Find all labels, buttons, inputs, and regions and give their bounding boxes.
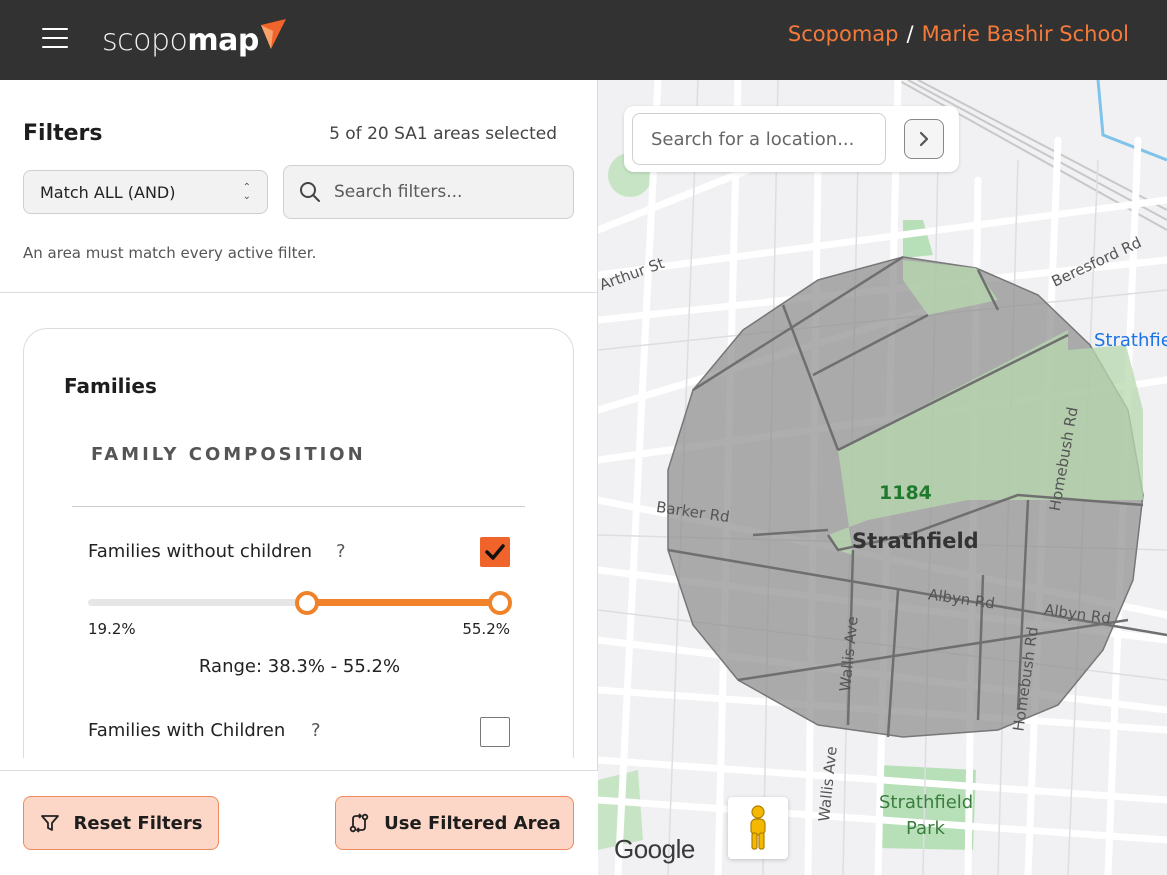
- checkbox-with-children[interactable]: [480, 717, 510, 747]
- street-view-pegman-icon[interactable]: [728, 797, 788, 859]
- range-slider-fill: [306, 599, 500, 606]
- card-title: Families: [64, 374, 157, 398]
- google-attribution: Google: [614, 834, 695, 864]
- area-id-label: 1184: [879, 482, 932, 504]
- reset-filters-button[interactable]: Reset Filters: [23, 796, 219, 850]
- reset-filters-label: Reset Filters: [73, 812, 203, 834]
- location-search-input[interactable]: [651, 128, 871, 150]
- section-heading: FAMILY COMPOSITION: [91, 444, 366, 465]
- place-label: Strathfie: [1094, 330, 1167, 351]
- top-bar: scopomap Scopomap / Marie Bashir School: [0, 0, 1167, 80]
- slider-min-label: 19.2%: [88, 620, 136, 638]
- pegman-icon: [750, 805, 766, 850]
- filters-panel: Filters 5 of 20 SA1 areas selected Match…: [0, 80, 598, 875]
- breadcrumb: Scopomap / Marie Bashir School: [788, 22, 1129, 46]
- location-search-box[interactable]: [632, 113, 886, 165]
- park-area: [903, 220, 933, 258]
- match-mode-value: Match ALL (AND): [40, 182, 176, 202]
- filter-label-with-children: Families with Children: [88, 720, 286, 741]
- checkmark-icon: [485, 544, 505, 560]
- use-filtered-area-label: Use Filtered Area: [384, 812, 561, 834]
- filter-icon: [40, 815, 59, 831]
- range-slider-max-handle[interactable]: [488, 590, 512, 615]
- help-icon[interactable]: ?: [311, 720, 321, 741]
- range-slider-min-handle[interactable]: [294, 590, 319, 615]
- search-icon: [300, 182, 320, 202]
- route-icon: [349, 813, 369, 833]
- action-bar: Reset Filters Use Filtered Area: [0, 770, 598, 875]
- search-go-button[interactable]: [904, 119, 944, 159]
- waterway: [1096, 80, 1167, 162]
- chevron-right-icon: [919, 131, 929, 147]
- section-divider: [72, 506, 525, 507]
- breadcrumb-separator: /: [906, 22, 914, 46]
- map-canvas[interactable]: [598, 80, 1167, 875]
- use-filtered-area-button[interactable]: Use Filtered Area: [335, 796, 574, 850]
- slider-max-label: 55.2%: [462, 620, 510, 638]
- selection-count: 5 of 20 SA1 areas selected: [329, 124, 557, 144]
- map-search-panel: [624, 106, 959, 172]
- help-icon[interactable]: ?: [336, 541, 346, 562]
- scopomap-logo[interactable]: scopomap: [102, 18, 287, 62]
- place-label: Strathfield: [879, 792, 974, 813]
- map-view[interactable]: Arthur St Beresford Rd Barker Rd Albyn R…: [598, 80, 1167, 875]
- checkbox-without-children[interactable]: [480, 537, 510, 567]
- logo-arrow-icon: [260, 19, 286, 49]
- range-readout: Range: 38.3% - 55.2%: [198, 656, 401, 677]
- breadcrumb-school[interactable]: Marie Bashir School: [922, 22, 1129, 46]
- logo-text: scopomap: [102, 22, 259, 58]
- filter-label-without-children: Families without children: [88, 541, 313, 562]
- match-mode-select[interactable]: Match ALL (AND) ⌃ ⌄: [23, 170, 268, 214]
- select-arrows-icon: ⌃ ⌄: [242, 182, 251, 202]
- filter-search-box[interactable]: [283, 165, 574, 219]
- place-label: Park: [906, 818, 945, 839]
- menu-icon[interactable]: [40, 26, 70, 52]
- divider: [0, 292, 598, 293]
- filter-search-input[interactable]: [334, 182, 554, 202]
- match-hint: An area must match every active filter.: [23, 244, 317, 262]
- families-card: Families FAMILY COMPOSITION Families wit…: [23, 328, 574, 758]
- suburb-label: Strathfield: [852, 529, 979, 553]
- breadcrumb-scopomap[interactable]: Scopomap: [788, 22, 899, 46]
- filters-title: Filters: [23, 121, 103, 146]
